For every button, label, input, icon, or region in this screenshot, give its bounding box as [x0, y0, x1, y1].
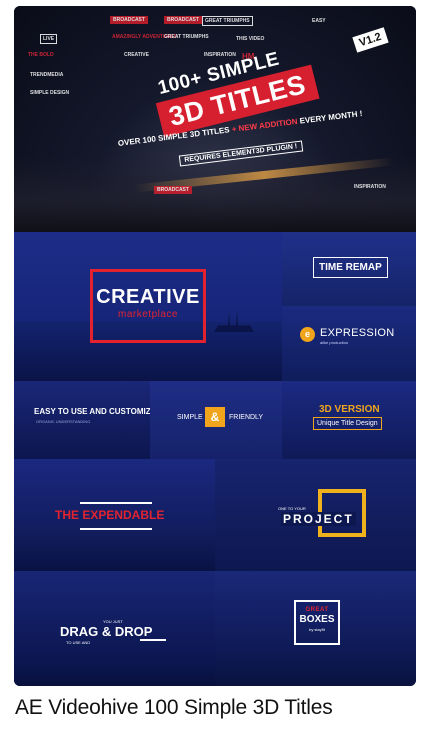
panel-expression: e EXPRESSION alike production: [282, 306, 416, 381]
mini-title: BROADCAST: [164, 16, 202, 24]
product-preview: BROADCAST BROADCAST GREAT TRIUMPHS LIVE …: [14, 6, 416, 686]
drag-subtitle-bottom: TO USE AND: [66, 640, 91, 645]
panel-project: ONE TO YOUR PROJECT: [215, 459, 416, 571]
creative-subtitle: marketplace: [118, 309, 178, 320]
boxes-byline: by stayfit: [309, 627, 325, 632]
panel-creative: CREATIVE marketplace: [14, 232, 282, 381]
divider-line: [140, 639, 166, 641]
easy-subtitle: ORGANIC UNDERSTANDING: [36, 419, 91, 424]
mini-title: CREATIVE: [124, 52, 149, 58]
divider-line: [80, 502, 152, 504]
version-badge: V1.2: [352, 27, 389, 53]
creative-title: CREATIVE: [96, 286, 200, 308]
boxes-top-label: GREAT: [305, 607, 329, 613]
hero-banner: BROADCAST BROADCAST GREAT TRIUMPHS LIVE …: [14, 6, 416, 232]
subline-accent: + NEW ADDITION: [231, 116, 298, 134]
drag-drop-title: DRAG & DROP: [60, 624, 153, 639]
mini-title: LIVE: [40, 34, 58, 44]
panel-simple-friendly: SIMPLE & FRIENDLY: [150, 381, 282, 459]
mini-title: THIS VIDEO: [236, 36, 265, 42]
mini-title: GREAT TRIUMPHS: [202, 16, 253, 26]
subline-part2: EVERY MONTH !: [299, 109, 363, 126]
panel-great-boxes: GREAT BOXES by stayfit: [215, 571, 416, 686]
project-title: PROJECT: [281, 512, 356, 526]
friendly-word: FRIENDLY: [229, 414, 264, 421]
boxes-frame: GREAT BOXES by stayfit: [294, 600, 340, 645]
expression-logo-icon: e: [300, 327, 315, 342]
expression-title: EXPRESSION: [320, 327, 395, 339]
panel-expendable: THE EXPENDABLE: [14, 459, 215, 571]
mini-title: THE BOLD: [28, 52, 54, 58]
panel-3d-version: 3D VERSION Unique Title Design: [282, 381, 416, 459]
creative-frame: CREATIVE marketplace: [90, 269, 206, 343]
easy-title: EASY TO USE AND CUSTOMIZE: [34, 407, 150, 416]
mini-title: INSPIRATION: [354, 184, 386, 190]
3d-version-title: 3D VERSION: [319, 404, 380, 415]
expression-subtitle: alike production: [320, 340, 349, 345]
ship-silhouette: [214, 310, 254, 332]
mini-title: BROADCAST: [110, 16, 148, 24]
mini-title: INSPIRATION: [204, 52, 236, 58]
expendable-title: THE EXPENDABLE: [55, 508, 165, 522]
simple-word: SIMPLE: [177, 414, 203, 421]
time-remap-label: TIME REMAP: [313, 257, 388, 278]
panel-time-remap: TIME REMAP: [282, 232, 416, 306]
boxes-title: BOXES: [299, 614, 335, 625]
mini-title: BROADCAST: [154, 186, 192, 194]
3d-version-subtitle: Unique Title Design: [313, 417, 382, 430]
mini-title: EASY: [312, 18, 326, 24]
divider-line: [80, 528, 152, 530]
panel-drag-drop: YOU JUST DRAG & DROP TO USE AND: [14, 571, 215, 686]
project-subtitle: ONE TO YOUR: [278, 506, 306, 511]
panel-easy: EASY TO USE AND CUSTOMIZE ORGANIC UNDERS…: [14, 381, 150, 459]
mini-title: TRENDMEDIA: [30, 72, 64, 78]
product-caption: AE Videohive 100 Simple 3D Titles: [15, 696, 333, 719]
mini-title: GREAT TRIUMPHS: [164, 34, 209, 40]
mini-title: SIMPLE DESIGN: [30, 90, 70, 96]
ampersand-badge: &: [205, 407, 225, 427]
